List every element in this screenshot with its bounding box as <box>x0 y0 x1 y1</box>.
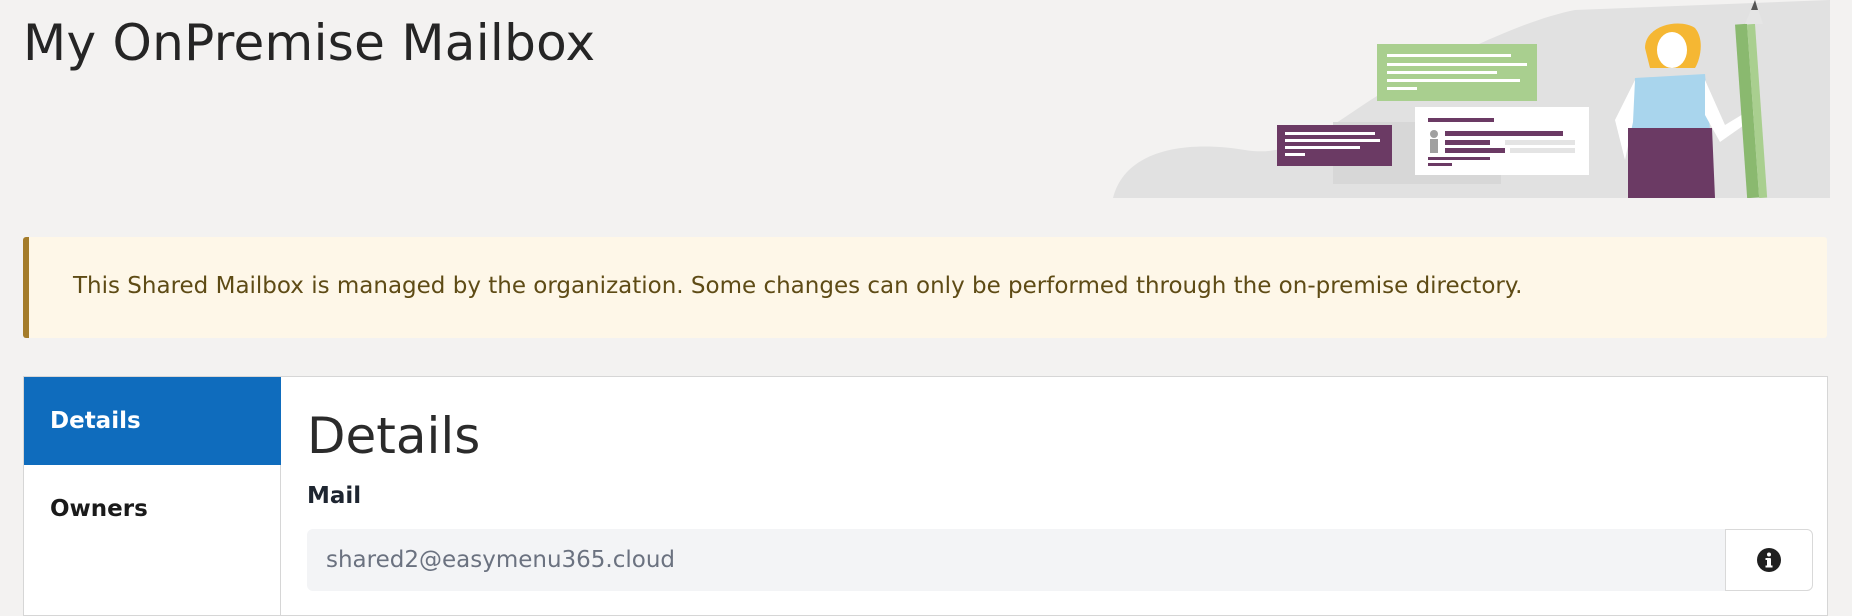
details-panel: Details Owners Details Mail shared2@easy… <box>23 376 1828 616</box>
page-title: My OnPremise Mailbox <box>23 14 596 72</box>
mail-label: Mail <box>307 483 362 509</box>
side-nav: Details Owners <box>24 377 281 615</box>
notice-text: This Shared Mailbox is managed by the or… <box>73 273 1523 299</box>
managed-notice: This Shared Mailbox is managed by the or… <box>23 237 1827 338</box>
mail-input-group: shared2@easymenu365.cloud <box>307 529 1813 591</box>
info-button[interactable] <box>1725 529 1813 591</box>
section-title: Details <box>307 407 481 465</box>
header-illustration <box>1113 0 1830 198</box>
mail-field[interactable]: shared2@easymenu365.cloud <box>307 529 1725 591</box>
info-circle-icon <box>1757 548 1781 572</box>
nav-item-details[interactable]: Details <box>24 377 281 465</box>
nav-item-owners[interactable]: Owners <box>24 465 281 553</box>
